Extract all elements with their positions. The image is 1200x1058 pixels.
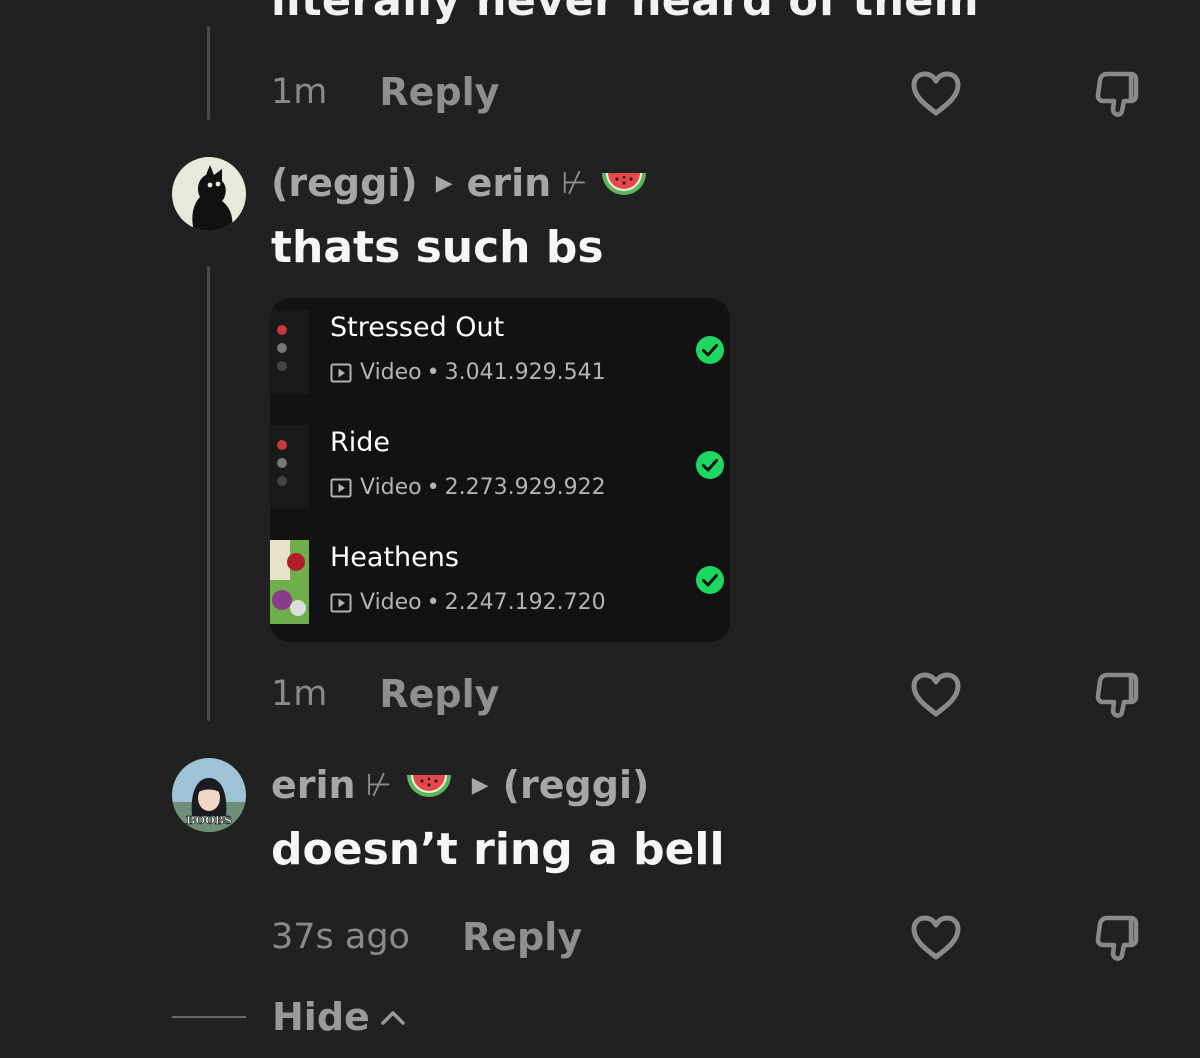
track-views: 3.041.929.541 <box>444 360 606 385</box>
author-line: (reggi) ▶ erin ⊬ <box>271 158 649 208</box>
comment-time: 37s ago <box>271 917 410 957</box>
track-item[interactable]: Ride Video • 2.273.929.922 <box>270 413 730 528</box>
separator: • <box>426 360 440 385</box>
track-title: Ride <box>330 427 391 458</box>
comment-meta: 1m Reply <box>271 670 499 718</box>
reply-button[interactable]: Reply <box>462 915 582 959</box>
comment-text: literally never heard of them <box>271 0 979 26</box>
track-meta: Video • 2.247.192.720 <box>330 590 606 615</box>
track-meta: Video • 3.041.929.541 <box>330 360 606 385</box>
reply-button[interactable]: Reply <box>379 672 499 716</box>
track-views: 2.247.192.720 <box>444 590 606 615</box>
thread-line <box>207 26 210 120</box>
track-type: Video <box>360 590 422 615</box>
play-box-icon <box>330 593 352 612</box>
name-suffix: ⊬ <box>561 165 588 201</box>
track-title: Stressed Out <box>330 312 505 343</box>
check-icon <box>696 566 724 594</box>
play-box-icon <box>330 478 352 497</box>
thumbs-down-icon[interactable] <box>1091 910 1147 966</box>
track-meta: Video • 2.273.929.922 <box>330 475 606 500</box>
author-name[interactable]: erin <box>271 763 356 807</box>
comment-time: 1m <box>271 674 328 714</box>
track-type: Video <box>360 360 422 385</box>
hide-label: Hide <box>272 995 370 1039</box>
reply-to-name[interactable]: (reggi) <box>503 763 650 807</box>
comment-text: thats such bs <box>271 222 604 273</box>
track-type: Video <box>360 475 422 500</box>
avatar[interactable]: BOOBS <box>172 758 246 832</box>
separator: • <box>426 590 440 615</box>
comment-text: doesn’t ring a bell <box>271 824 725 875</box>
check-icon <box>696 336 724 364</box>
watermelon-icon <box>404 765 454 805</box>
track-views: 2.273.929.922 <box>444 475 606 500</box>
track-thumbnail <box>270 540 309 624</box>
avatar[interactable] <box>172 157 246 231</box>
comment-time: 1m <box>271 72 328 112</box>
thread-line <box>207 266 210 721</box>
reply-arrow-icon: ▶ <box>471 772 489 798</box>
track-item[interactable]: Stressed Out Video • 3.041.929.541 <box>270 298 730 413</box>
reply-arrow-icon: ▶ <box>435 170 453 196</box>
heart-icon[interactable] <box>908 66 964 122</box>
watermelon-icon <box>599 163 649 203</box>
hide-replies-button[interactable]: Hide <box>172 995 408 1039</box>
separator: • <box>426 475 440 500</box>
comment-meta: 1m Reply <box>271 68 499 116</box>
play-box-icon <box>330 363 352 382</box>
playlist-card: Stressed Out Video • 3.041.929.541 Ride … <box>270 298 730 642</box>
track-thumbnail <box>270 425 309 509</box>
avatar-caption: BOOBS <box>186 814 232 827</box>
track-thumbnail <box>270 310 309 394</box>
track-title: Heathens <box>330 542 459 573</box>
thumbs-down-icon[interactable] <box>1091 66 1147 122</box>
divider <box>172 1016 246 1018</box>
reply-button[interactable]: Reply <box>379 70 499 114</box>
reply-to-name[interactable]: erin <box>467 161 552 205</box>
name-suffix: ⊬ <box>365 767 392 803</box>
track-item[interactable]: Heathens Video • 2.247.192.720 <box>270 528 730 642</box>
heart-icon[interactable] <box>908 667 964 723</box>
author-name[interactable]: (reggi) <box>271 161 418 205</box>
heart-icon[interactable] <box>908 910 964 966</box>
comment-thread: literally never heard of them 1m Reply (… <box>0 0 1200 1058</box>
comment-meta: 37s ago Reply <box>271 913 582 961</box>
chevron-up-icon <box>381 1011 405 1025</box>
check-icon <box>696 451 724 479</box>
author-line: erin ⊬ ▶ (reggi) <box>271 760 649 810</box>
thumbs-down-icon[interactable] <box>1091 667 1147 723</box>
